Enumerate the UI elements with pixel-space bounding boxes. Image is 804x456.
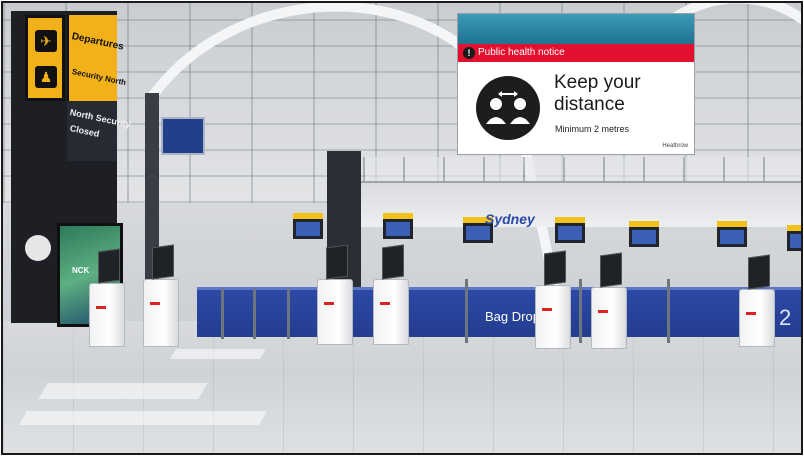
floor-light xyxy=(18,411,268,425)
heathrow-logo: Heathrow xyxy=(662,143,688,149)
closed-label: Closed xyxy=(68,123,101,140)
kiosk-screen xyxy=(748,254,770,290)
barrier-post xyxy=(221,289,224,339)
floor-light xyxy=(38,383,208,399)
mezzanine-rail xyxy=(363,157,801,181)
kiosk-screen xyxy=(98,248,120,284)
kiosk-screen xyxy=(544,250,566,286)
check-in-monitor xyxy=(293,213,323,239)
departures-label: Departures xyxy=(70,31,125,53)
closed-sign: North Security Closed xyxy=(67,101,132,161)
self-service-kiosk xyxy=(739,254,775,347)
barrier-post xyxy=(667,279,670,343)
check-in-monitor xyxy=(717,221,747,247)
photo-frame: ✈ ♟ Departures Security North North Secu… xyxy=(1,1,803,455)
notice-top-strip xyxy=(458,14,694,44)
self-service-kiosk xyxy=(591,252,627,349)
check-in-monitor xyxy=(629,221,659,247)
check-in-monitor xyxy=(383,213,413,239)
notice-title: Keep your distance xyxy=(554,72,641,115)
barrier-post xyxy=(579,279,582,343)
person-icon: ♟ xyxy=(35,66,57,88)
self-service-kiosk xyxy=(373,244,409,345)
barrier-post xyxy=(465,279,468,343)
check-in-monitor xyxy=(787,225,801,251)
info-circle xyxy=(25,235,51,261)
kiosk-screen xyxy=(326,244,348,280)
airplane-icon: ✈ xyxy=(35,30,57,52)
icon-panel: ✈ ♟ xyxy=(25,15,65,101)
notice-header-text: Public health notice xyxy=(478,47,565,58)
ad-text: NCK xyxy=(72,266,90,275)
departures-sign: Departures Security North xyxy=(67,15,127,101)
self-service-kiosk xyxy=(317,244,353,345)
airline-banner: Sydney xyxy=(485,211,535,227)
barrier-post xyxy=(287,289,290,339)
distance-icon xyxy=(476,76,540,140)
bag-drop-label: Bag Drop xyxy=(485,309,540,324)
kiosk-screen xyxy=(152,244,174,280)
airline-sign xyxy=(161,117,205,155)
kiosk-screen xyxy=(382,244,404,280)
notice-header: ! Public health notice xyxy=(458,44,694,62)
check-in-monitor xyxy=(555,217,585,243)
kiosk-screen xyxy=(600,252,622,288)
self-service-kiosk xyxy=(535,250,571,349)
counter-number: 2 xyxy=(779,305,792,330)
floor-light xyxy=(170,349,266,359)
barrier-post xyxy=(253,289,256,339)
self-service-kiosk xyxy=(89,248,125,347)
exclamation-icon: ! xyxy=(463,47,475,59)
health-notice-screen: ! Public health notice Keep your distanc… xyxy=(457,13,695,155)
self-service-kiosk xyxy=(143,244,179,347)
notice-subtitle: Minimum 2 metres xyxy=(555,124,630,134)
